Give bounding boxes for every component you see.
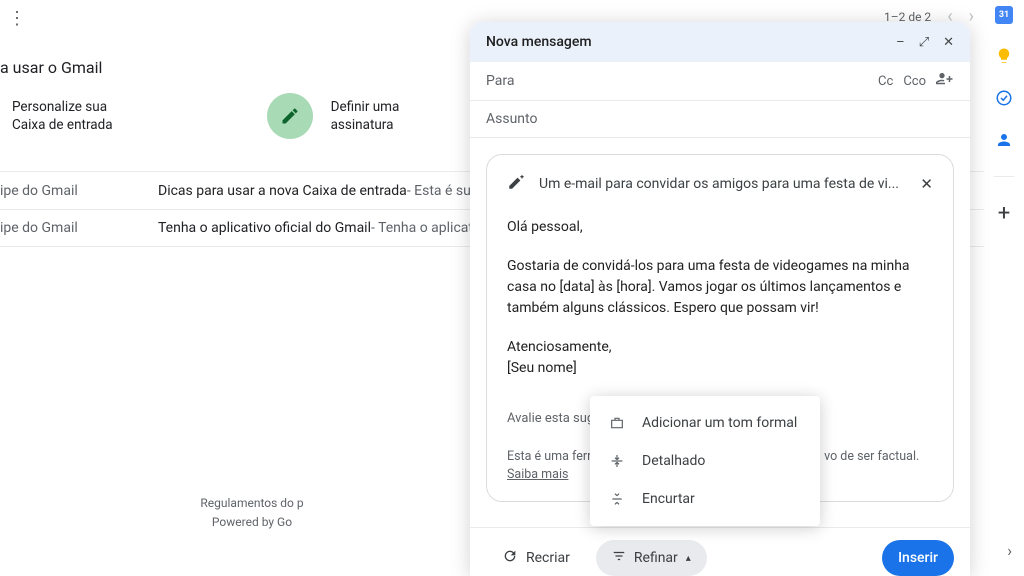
body-para1: Gostaria de convidá-los para uma festa d… [507, 256, 933, 319]
menu-item-detailed[interactable]: Detalhado [590, 442, 820, 480]
ai-prompt-text[interactable]: Um e-mail para convidar os amigos para u… [539, 176, 906, 192]
dismiss-prompt-icon[interactable]: ✕ [920, 175, 933, 193]
to-label: Para [486, 73, 514, 89]
bcc-link[interactable]: Cco [903, 74, 926, 89]
ai-body-text: Olá pessoal, Gostaria de convidá-los par… [507, 217, 933, 407]
onboarding-personalize[interactable]: Personalize sua Caixa de entrada [12, 98, 113, 134]
mail-sender: ipe do Gmail [0, 183, 158, 199]
filter-icon [612, 549, 626, 567]
menu-item-formal[interactable]: Adicionar um tom formal [590, 404, 820, 442]
fullscreen-icon[interactable]: ⤢ [919, 35, 929, 50]
tasks-icon[interactable] [994, 88, 1014, 108]
to-field[interactable]: Para Cc Cco [470, 62, 970, 101]
collapse-panel-icon[interactable]: › [1007, 541, 1012, 560]
compose-header: Nova mensagem – ⤢ ✕ [470, 22, 970, 62]
menu-label: Encurtar [642, 491, 695, 507]
mail-snippet: - Esta é su [407, 183, 471, 199]
expand-icon [608, 453, 626, 469]
close-icon[interactable]: ✕ [943, 35, 954, 50]
mail-subject: Dicas para usar a nova Caixa de entrada [158, 183, 407, 199]
insert-button[interactable]: Inserir [882, 540, 954, 576]
minimize-icon[interactable]: – [896, 35, 905, 50]
more-menu-icon[interactable]: ⋮ [8, 8, 26, 29]
footer-line2: Powered by Go [0, 513, 504, 532]
disclaimer-suffix: vo de ser factual. [824, 449, 919, 464]
side-panel: 31 + › [984, 0, 1024, 576]
mail-snippet: - Tenha o aplicat [371, 220, 473, 236]
briefcase-icon [608, 415, 626, 431]
menu-label: Adicionar um tom formal [642, 415, 797, 431]
refresh-icon [502, 548, 518, 568]
chevron-up-icon: ▴ [686, 553, 691, 564]
mail-sender: ipe do Gmail [0, 220, 158, 236]
cc-link[interactable]: Cc [878, 74, 893, 89]
body-greeting: Olá pessoal, [507, 217, 933, 238]
addons-plus-icon[interactable]: + [994, 203, 1014, 223]
calendar-icon[interactable]: 31 [995, 6, 1013, 24]
next-page-icon[interactable]: › [969, 6, 974, 27]
contacts-picker-icon[interactable] [936, 72, 954, 90]
contacts-icon[interactable] [994, 130, 1014, 150]
footer: Regulamentos do p Powered by Go [0, 494, 504, 532]
menu-label: Detalhado [642, 453, 705, 469]
footer-line1: Regulamentos do p [0, 494, 504, 513]
learn-more-link[interactable]: Saiba mais [507, 467, 568, 482]
onboarding-signature-label: Definir uma assinatura [331, 98, 400, 134]
refine-menu: Adicionar um tom formal Detalhado Encurt… [590, 396, 820, 526]
pen-circle-icon [267, 93, 313, 139]
body-signoff: Atenciosamente, [Seu nome] [507, 337, 933, 379]
recreate-button[interactable]: Recriar [486, 540, 586, 576]
mail-subject: Tenha o aplicativo oficial do Gmail [158, 220, 371, 236]
disclaimer-prefix: Esta é uma ferra [507, 449, 598, 464]
compose-title: Nova mensagem [486, 34, 592, 50]
subject-field[interactable]: Assunto [470, 101, 970, 138]
subject-placeholder: Assunto [486, 111, 537, 127]
keep-icon[interactable] [994, 46, 1014, 66]
magic-pen-icon [507, 173, 525, 195]
onboarding-personalize-label: Personalize sua Caixa de entrada [12, 98, 113, 134]
menu-item-shorten[interactable]: Encurtar [590, 480, 820, 518]
collapse-icon [608, 491, 626, 507]
refine-button[interactable]: Refinar ▴ [596, 540, 707, 576]
compose-action-bar: Recriar Refinar ▴ Inserir [470, 527, 970, 576]
onboarding-signature[interactable]: Definir uma assinatura [267, 93, 400, 139]
